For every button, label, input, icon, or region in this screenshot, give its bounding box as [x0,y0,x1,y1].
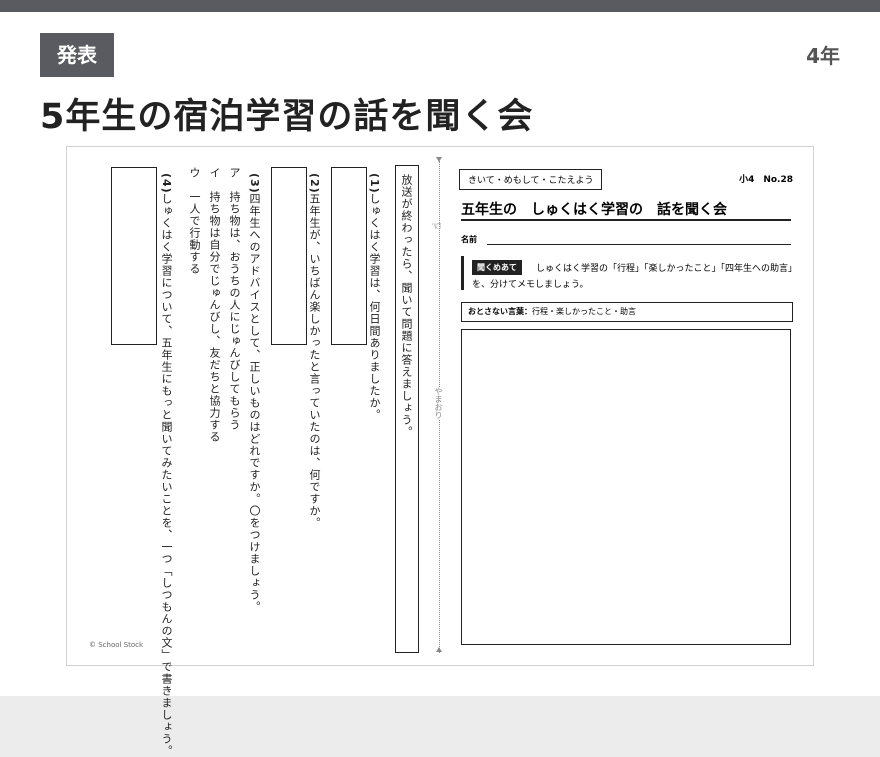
top-bar [0,0,880,12]
copyright: © School Stock [89,641,144,649]
name-label: 名前 [461,235,477,244]
fold-label: やまおり [433,387,444,419]
hand-icon: ☜ [431,219,442,233]
memo-area[interactable] [461,329,791,645]
fold-arrow-bottom [436,647,442,652]
title-rule [461,219,791,221]
listening-aim: 聞くめあて しゅくはく学習の「行程」「楽しかったこと」「四年生への助言」 を、分… [461,256,798,290]
keyword-box: おとさない言葉：行程・楽しかったこと・助言 [461,302,793,322]
q3-number: (3) [248,173,261,194]
q3-option-i: イ 持ち物は自分でじゅんびし、友だちと協力する [208,167,221,443]
keyword-text: 行程・楽しかったこと・助言 [532,307,636,316]
category-badge: 発表 [40,33,114,77]
q2-number: (2) [308,173,321,194]
q4-number: (4) [160,173,173,194]
worksheet-tag: きいて・めもして・こたえよう [459,169,603,190]
q1-answer-box[interactable] [331,167,367,345]
aim-line-1: しゅくはく学習の「行程」「楽しかったこと」「四年生への助言」 [536,264,798,274]
q3-option-u: ウ 一人で行動する [188,167,201,275]
name-line[interactable] [487,244,791,245]
keyword-label: おとさない言葉： [468,307,532,316]
q2-answer-box[interactable] [271,167,307,345]
aim-line-2: を、分けてメモしましょう。 [472,280,589,290]
q3-text: 四年生へのアドバイスとして、正しいものはどれですか。〇をつけましょう。 [248,193,261,613]
q4-text: しゅくはく学習について、五年生にもっと聞いてみたいことを、一つ「しつもんの文」で… [160,193,173,757]
fold-arrow-top [436,157,442,162]
worksheet-title: 五年生の しゅくはく学習の 話を聞く会 [461,202,727,218]
grade-label: 4年 [806,44,840,68]
q1-text: しゅくはく学習は、何日間ありましたか。 [368,193,381,421]
worksheet-image: 放送が終わったら、聞いて問題に答えましょう。 (1) しゅくはく学習は、何日間あ… [66,146,814,757]
instruction-text: 放送が終わったら、聞いて問題に答えましょう。 [400,174,413,438]
page-title: 5年生の宿泊学習の話を聞く会 [40,97,534,137]
q3-option-a: ア 持ち物は、おうちの人にじゅんびしてもらう [228,167,241,431]
aim-badge: 聞くめあて [472,260,522,275]
q1-number: (1) [368,173,381,194]
instruction-box: 放送が終わったら、聞いて問題に答えましょう。 [395,165,419,653]
q2-text: 五年生が、いちばん楽しかったと言っていたのは、何ですか。 [308,193,321,529]
worksheet-number: 小4 No.28 [739,175,793,185]
q4-answer-box[interactable] [111,167,157,345]
